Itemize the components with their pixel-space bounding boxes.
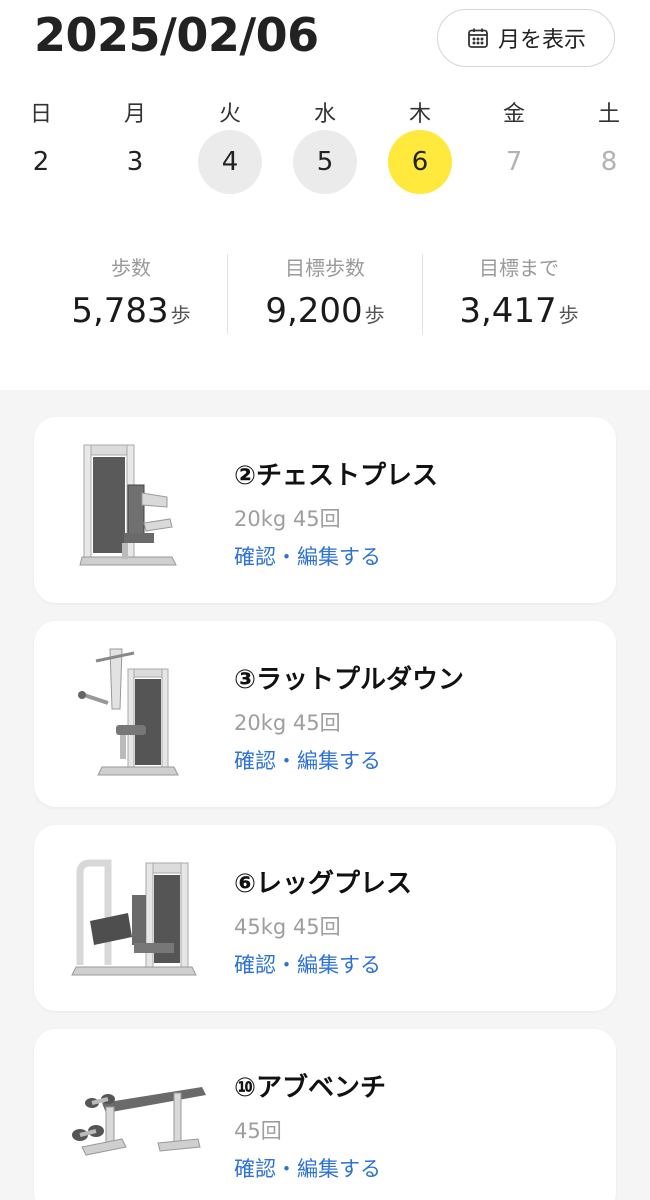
stat-unit: 歩 [364, 303, 385, 327]
stat-unit: 歩 [170, 303, 191, 327]
day-number-done: 4 [198, 130, 262, 194]
calendar-icon [468, 28, 488, 48]
show-month-label: 月を表示 [497, 28, 586, 53]
day-number: 3 [126, 147, 144, 177]
day-of-week-label: 月 [123, 102, 146, 127]
page-title: 2025/02/06 [34, 8, 319, 62]
header-section: 2025/02/06 月を表示 日 2 月 3 火 4 水 5 木 6 金 7 … [0, 0, 650, 390]
day-sunday[interactable]: 日 2 [9, 92, 73, 196]
stat-label: 歩数 [111, 256, 151, 280]
stat-unit: 歩 [558, 303, 579, 327]
workout-title: ③ラットプルダウン [234, 665, 465, 695]
day-number-today: 6 [388, 130, 452, 194]
day-of-week-label: 火 [218, 102, 241, 127]
leg-press-machine-icon [71, 859, 197, 976]
stat-remaining-steps: 目標まで 3,417 歩 [424, 252, 614, 331]
confirm-edit-link[interactable]: 確認・編集する [234, 1153, 381, 1183]
week-strip: 日 2 月 3 火 4 水 5 木 6 金 7 土 8 [0, 92, 650, 202]
stat-steps: 歩数 5,783 歩 [36, 252, 226, 331]
lat-pulldown-machine-icon [78, 648, 179, 776]
workout-meta: 45kg 45回 [234, 915, 341, 939]
day-wednesday[interactable]: 水 5 [293, 92, 357, 196]
day-saturday[interactable]: 土 8 [577, 92, 641, 196]
day-of-week-label: 土 [597, 102, 620, 127]
stat-label: 目標まで [479, 256, 559, 280]
stat-label: 目標歩数 [285, 256, 365, 280]
chest-press-machine-icon [79, 444, 177, 566]
stat-goal-steps: 目標歩数 9,200 歩 [230, 252, 420, 331]
divider [227, 254, 228, 334]
day-thursday[interactable]: 木 6 [388, 92, 452, 196]
stat-value: 3,417 [459, 291, 557, 331]
confirm-edit-link[interactable]: 確認・編集する [234, 949, 381, 979]
day-number: 2 [32, 147, 50, 177]
step-stats: 歩数 5,783 歩 目標歩数 9,200 歩 目標まで 3,417 歩 [0, 252, 650, 334]
day-of-week-label: 金 [502, 102, 525, 127]
show-month-button[interactable]: 月を表示 [437, 9, 615, 67]
day-of-week-label: 日 [29, 102, 52, 127]
stat-value: 9,200 [265, 291, 363, 331]
workout-meta: 20kg 45回 [234, 711, 341, 735]
workout-title: ⑥レッグプレス [234, 869, 413, 899]
divider [422, 254, 423, 334]
workout-meta: 45回 [234, 1119, 282, 1143]
workout-card[interactable]: ②チェストプレス 20kg 45回 確認・編集する [34, 417, 616, 603]
day-monday[interactable]: 月 3 [103, 92, 167, 196]
workout-meta: 20kg 45回 [234, 507, 341, 531]
workout-card[interactable]: ③ラットプルダウン 20kg 45回 確認・編集する [34, 621, 616, 807]
ab-bench-icon [72, 1087, 206, 1156]
day-number-done: 5 [293, 130, 357, 194]
day-tuesday[interactable]: 火 4 [198, 92, 262, 196]
workout-list: ②チェストプレス 20kg 45回 確認・編集する ③ラットプルダウン 20kg… [0, 390, 650, 1200]
workout-card[interactable]: ⑩アブベンチ 45回 確認・編集する [34, 1029, 616, 1200]
confirm-edit-link[interactable]: 確認・編集する [234, 745, 381, 775]
stat-value: 5,783 [71, 291, 169, 331]
day-friday[interactable]: 金 7 [482, 92, 546, 196]
workout-title: ②チェストプレス [234, 461, 439, 491]
day-number-future: 7 [505, 147, 523, 177]
confirm-edit-link[interactable]: 確認・編集する [234, 541, 381, 571]
workout-title: ⑩アブベンチ [234, 1073, 387, 1103]
day-of-week-label: 水 [313, 102, 336, 127]
day-of-week-label: 木 [408, 102, 431, 127]
workout-card[interactable]: ⑥レッグプレス 45kg 45回 確認・編集する [34, 825, 616, 1011]
day-number-future: 8 [600, 147, 618, 177]
